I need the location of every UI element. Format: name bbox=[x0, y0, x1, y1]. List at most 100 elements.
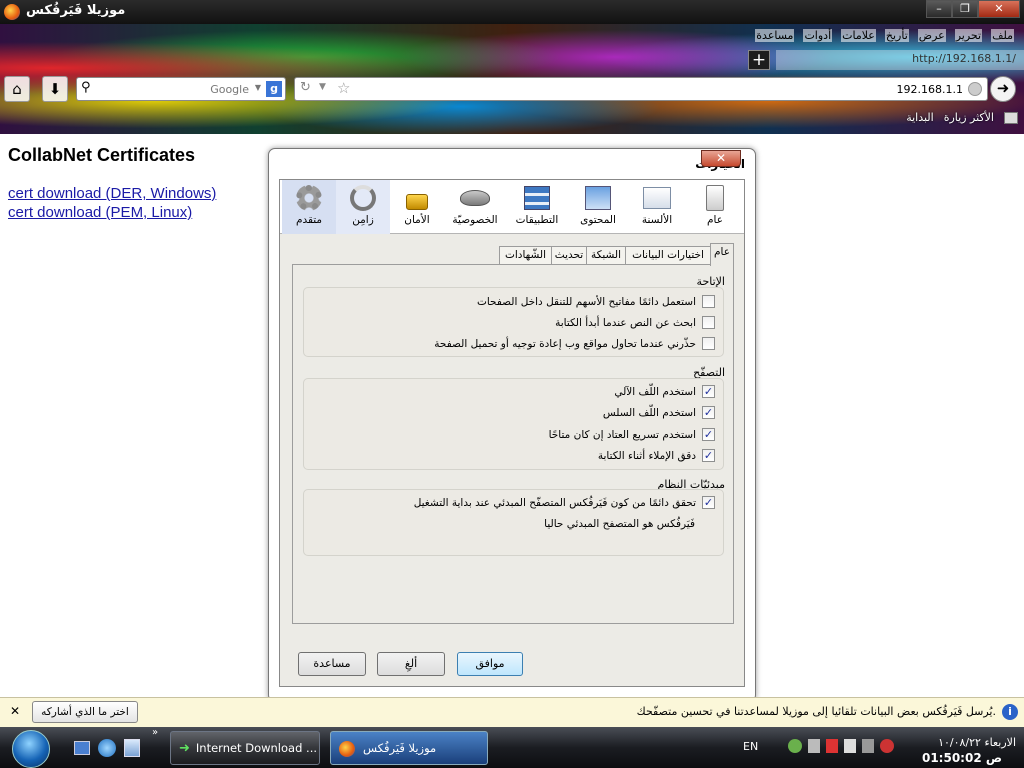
menu-edit[interactable]: تحرير bbox=[954, 29, 983, 42]
url-bar[interactable]: ↻ ▼ ☆ 192.168.1.1 bbox=[294, 77, 988, 101]
menu-history[interactable]: تأريخ bbox=[884, 29, 909, 42]
cancel-button[interactable]: ألغِ bbox=[377, 652, 445, 676]
privacy-mask-icon bbox=[460, 184, 490, 212]
system-tray bbox=[788, 739, 906, 757]
pane-sync[interactable]: زامِن bbox=[336, 180, 390, 234]
pane-content[interactable]: المحتوى bbox=[571, 180, 625, 234]
tab-update[interactable]: تحديث bbox=[551, 246, 587, 265]
tab-network[interactable]: الشبكة bbox=[586, 246, 626, 265]
pane-applications[interactable]: التطبيقات bbox=[510, 180, 564, 234]
search-placeholder: Google bbox=[210, 83, 249, 96]
option-cursor-keys[interactable]: استعمل دائمًا مفاتيح الأسهم للتنقل داخل … bbox=[477, 295, 715, 308]
link-cert-pem[interactable]: cert download (PEM, Linux) bbox=[8, 204, 192, 221]
title-bar: موزيلا فَيَرفُكس – ❐ ✕ bbox=[0, 0, 1024, 24]
tray-app-icon[interactable] bbox=[862, 739, 874, 753]
url-text[interactable]: 192.168.1.1 bbox=[897, 83, 963, 96]
pane-security[interactable]: الأمان bbox=[390, 180, 444, 234]
close-icon[interactable]: ✕ bbox=[10, 704, 20, 718]
bookmark-most-visited[interactable]: الأكثر زيارة bbox=[944, 111, 994, 124]
notification-bar: i يُرسل فَيَرفُكس بعض البيانات تلقائيا إ… bbox=[0, 697, 1024, 727]
menu-view[interactable]: عرض bbox=[917, 29, 946, 42]
quicklaunch-chevron-icon[interactable]: » bbox=[152, 727, 158, 738]
task-firefox[interactable]: موزيلا فَيَرفُكس bbox=[330, 731, 488, 765]
clock-time[interactable]: ص 01:50:02 bbox=[922, 751, 1002, 765]
tab-certificates[interactable]: الشّهادات bbox=[499, 246, 552, 265]
tab-current[interactable]: http://192.168.1.1/ bbox=[776, 50, 1024, 70]
menu-file[interactable]: ملف bbox=[991, 29, 1014, 42]
dialog-close-button[interactable]: ✕ bbox=[701, 150, 741, 167]
option-smooth-scroll[interactable]: استخدم اللّف السلس ✓ bbox=[603, 406, 715, 419]
pane-general[interactable]: عام bbox=[688, 180, 742, 234]
internet-explorer-icon[interactable] bbox=[98, 739, 116, 757]
choose-what-to-share-button[interactable]: اختر ما الذي أشاركه bbox=[32, 701, 138, 723]
chevron-down-icon[interactable]: ▼ bbox=[319, 82, 326, 92]
lock-icon bbox=[402, 184, 432, 212]
language-indicator[interactable]: EN bbox=[743, 740, 758, 753]
close-button[interactable]: ✕ bbox=[978, 0, 1020, 18]
search-input[interactable]: ⚲ Google ▼ g bbox=[76, 77, 286, 101]
checkbox[interactable] bbox=[702, 316, 715, 329]
window-title: موزيلا فَيَرفُكس bbox=[26, 3, 126, 18]
tray-app-icon[interactable] bbox=[808, 739, 820, 753]
minimize-button[interactable]: – bbox=[926, 0, 952, 18]
task-internet-download-manager[interactable]: ➜ Internet Download ... bbox=[170, 731, 320, 765]
option-spellcheck[interactable]: دقق الإملاء أثناء الكتابة ✓ bbox=[598, 449, 715, 462]
group-system-defaults: تحقق دائمًا من كون فَيَرفُكس المتصفّح ال… bbox=[303, 489, 724, 556]
bookmarks-toolbar: الأكثر زيارة البداية bbox=[906, 111, 1018, 124]
start-button[interactable] bbox=[12, 730, 50, 768]
checkbox[interactable] bbox=[702, 337, 715, 350]
firefox-logo-icon bbox=[4, 4, 20, 20]
download-icon[interactable]: ⬇ bbox=[42, 76, 68, 102]
checkbox-checked[interactable]: ✓ bbox=[702, 385, 715, 398]
site-identity-icon[interactable] bbox=[968, 82, 982, 96]
tray-app-icon[interactable] bbox=[826, 739, 838, 753]
checkbox-checked[interactable]: ✓ bbox=[702, 449, 715, 462]
file-explorer-icon[interactable] bbox=[124, 739, 140, 757]
home-icon[interactable]: ⌂ bbox=[4, 76, 30, 102]
download-manager-icon: ➜ bbox=[179, 741, 190, 756]
option-default-browser-check[interactable]: تحقق دائمًا من كون فَيَرفُكس المتصفّح ال… bbox=[414, 496, 715, 509]
checkbox-checked[interactable]: ✓ bbox=[702, 496, 715, 509]
pane-toolbar: عام الألسنة المحتوى التطبيقات الخصوصيّة … bbox=[280, 180, 744, 234]
new-tab-button[interactable]: + bbox=[748, 50, 770, 70]
checkbox-checked[interactable]: ✓ bbox=[702, 428, 715, 441]
maximize-button[interactable]: ❐ bbox=[952, 0, 978, 18]
option-find-as-type[interactable]: ابحث عن النص عندما أبدأ الكتابة bbox=[555, 316, 715, 329]
reload-icon[interactable]: ↻ bbox=[300, 80, 311, 95]
show-desktop-icon[interactable] bbox=[74, 741, 90, 755]
tab-data-choices[interactable]: اختيارات البيانات bbox=[625, 246, 711, 265]
pane-advanced[interactable]: متقدم bbox=[282, 180, 336, 234]
volume-icon[interactable] bbox=[844, 739, 856, 753]
options-dialog: الخيارات ✕ عام الألسنة المحتوى التطبيقات… bbox=[268, 148, 756, 702]
checkbox-checked[interactable]: ✓ bbox=[702, 406, 715, 419]
option-autoscroll[interactable]: استخدم اللّف الآلي ✓ bbox=[614, 385, 715, 398]
help-button[interactable]: مساعدة bbox=[298, 652, 366, 676]
content-icon bbox=[583, 184, 613, 212]
menu-help[interactable]: مساعدة bbox=[755, 29, 795, 42]
firefox-logo-icon bbox=[339, 740, 355, 757]
default-browser-status: فَيَرفُكس هو المتصفح المبدئي حاليا bbox=[544, 518, 695, 530]
network-icon[interactable] bbox=[788, 739, 802, 753]
notification-text: يُرسل فَيَرفُكس بعض البيانات تلقائيا إلى… bbox=[636, 705, 996, 718]
group-accessibility: استعمل دائمًا مفاتيح الأسهم للتنقل داخل … bbox=[303, 287, 724, 357]
checkbox[interactable] bbox=[702, 295, 715, 308]
option-warn-redirect[interactable]: حذّرني عندما تحاول مواقع وب إعادة توجيه … bbox=[434, 337, 715, 350]
pane-tabs[interactable]: الألسنة bbox=[630, 180, 684, 234]
menu-bookmarks[interactable]: علامات bbox=[841, 29, 876, 42]
link-cert-der[interactable]: cert download (DER, Windows) bbox=[8, 185, 216, 202]
star-icon[interactable]: ☆ bbox=[337, 79, 350, 97]
page-title: CollabNet Certificates bbox=[8, 145, 196, 165]
tray-app-icon[interactable] bbox=[880, 739, 894, 753]
option-hw-acceleration[interactable]: استخدم تسريع العتاد إن كان متاحًا ✓ bbox=[549, 428, 715, 441]
google-engine-icon[interactable]: g bbox=[266, 81, 282, 97]
menu-tools[interactable]: أدوات bbox=[803, 29, 833, 42]
bookmark-home[interactable]: البداية bbox=[906, 111, 934, 124]
pane-privacy[interactable]: الخصوصيّة bbox=[448, 180, 502, 234]
ok-button[interactable]: موافق bbox=[457, 652, 523, 676]
go-arrow-icon[interactable]: ➜ bbox=[990, 76, 1016, 102]
tab-general[interactable]: عام bbox=[710, 243, 734, 266]
chevron-down-icon[interactable]: ▼ bbox=[255, 83, 261, 92]
bookmarks-menu-icon[interactable] bbox=[1004, 111, 1018, 124]
info-icon: i bbox=[1002, 704, 1018, 720]
clock-date[interactable]: الاربعاء ١٠/٠٨/٢٢ bbox=[938, 736, 1016, 749]
